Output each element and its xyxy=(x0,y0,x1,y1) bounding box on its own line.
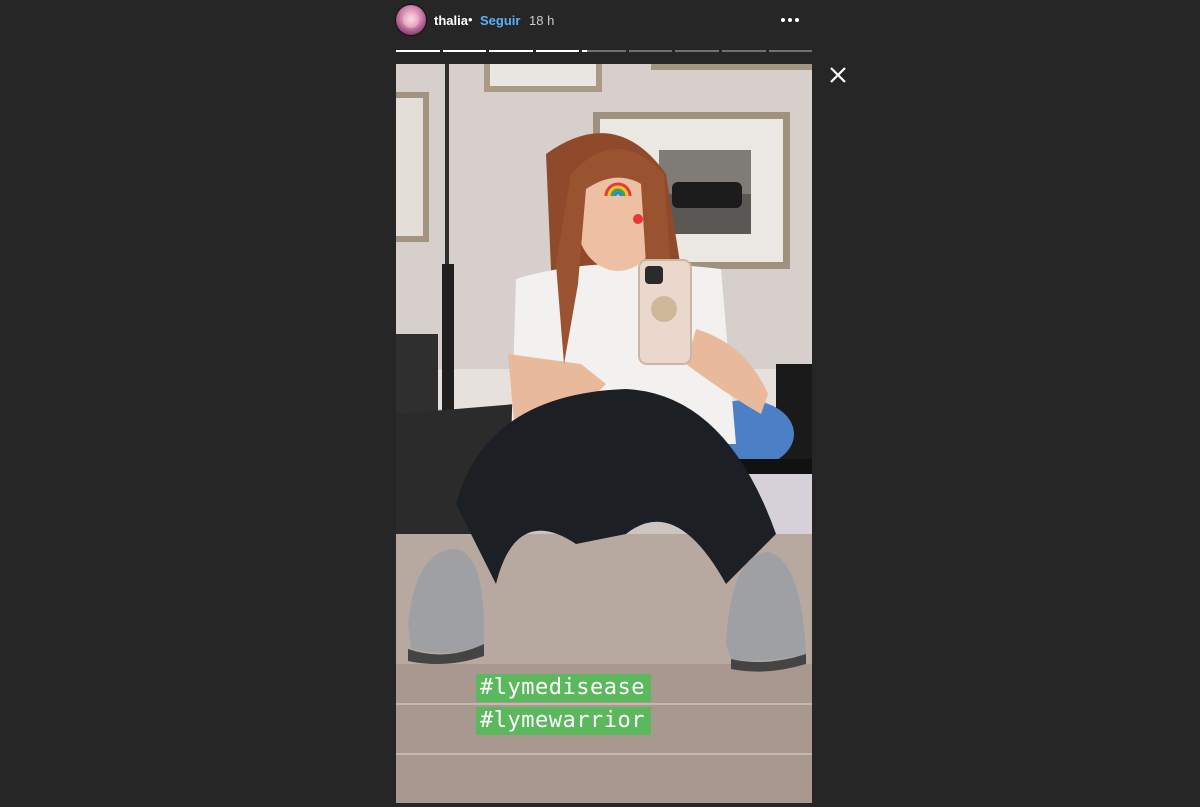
progress-fill xyxy=(442,50,487,52)
username[interactable]: thalia xyxy=(434,13,468,28)
progress-segment xyxy=(768,50,813,52)
story-header: thalia • Seguir 18 h xyxy=(396,4,812,38)
follow-button[interactable]: Seguir xyxy=(480,13,520,28)
progress-segment xyxy=(628,50,673,52)
hashtag-text: #lymedisease xyxy=(480,675,645,700)
progress-segment xyxy=(721,50,766,52)
progress-segment xyxy=(675,50,719,52)
hashtag-text: #lymewarrior xyxy=(480,708,645,733)
story-media[interactable]: #lymedisease #lymewarrior xyxy=(396,64,812,803)
story-progress-bar xyxy=(396,50,813,52)
progress-fill xyxy=(489,50,533,52)
progress-fill xyxy=(582,50,587,52)
progress-fill xyxy=(396,50,440,52)
profile-avatar[interactable] xyxy=(396,5,426,35)
hashtag-sticker[interactable]: #lymedisease xyxy=(476,674,651,702)
timestamp: 18 h xyxy=(529,13,555,28)
progress-fill xyxy=(535,50,580,52)
progress-segment xyxy=(535,50,580,52)
more-options-icon[interactable] xyxy=(776,10,804,30)
close-icon[interactable] xyxy=(826,63,850,87)
separator-dot: • xyxy=(468,12,473,27)
progress-segment xyxy=(489,50,533,52)
progress-segment xyxy=(442,50,487,52)
progress-segment xyxy=(396,50,440,52)
hashtag-sticker[interactable]: #lymewarrior xyxy=(476,707,651,735)
progress-segment xyxy=(582,50,626,52)
